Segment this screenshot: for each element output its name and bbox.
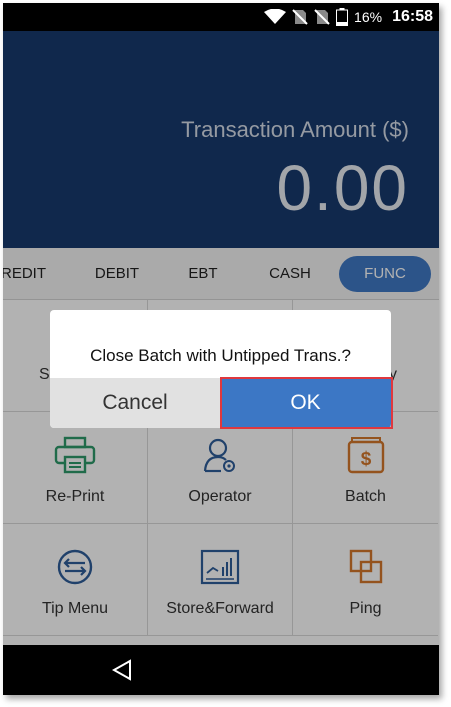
ok-button[interactable]: OK: [220, 378, 391, 428]
clock: 16:58: [392, 8, 433, 25]
no-sim-icon: [314, 9, 330, 25]
no-sim-icon: [292, 9, 308, 25]
back-triangle-icon[interactable]: [111, 659, 133, 681]
wifi-icon: [264, 9, 287, 24]
device-screen: 16% 16:58 Transaction Amount ($) 0.00 RE…: [3, 3, 439, 695]
confirm-dialog: Close Batch with Untipped Trans.? Cancel…: [50, 310, 391, 428]
screenshot-frame: 16% 16:58 Transaction Amount ($) 0.00 RE…: [0, 0, 451, 707]
status-bar: 16% 16:58: [3, 3, 439, 31]
cancel-button[interactable]: Cancel: [50, 378, 220, 428]
battery-percent: 16%: [354, 9, 383, 25]
navigation-bar: [3, 645, 439, 695]
status-icons: 16% 16:58: [264, 3, 433, 31]
dialog-message: Close Batch with Untipped Trans.?: [90, 346, 351, 365]
battery-icon: [336, 8, 349, 26]
